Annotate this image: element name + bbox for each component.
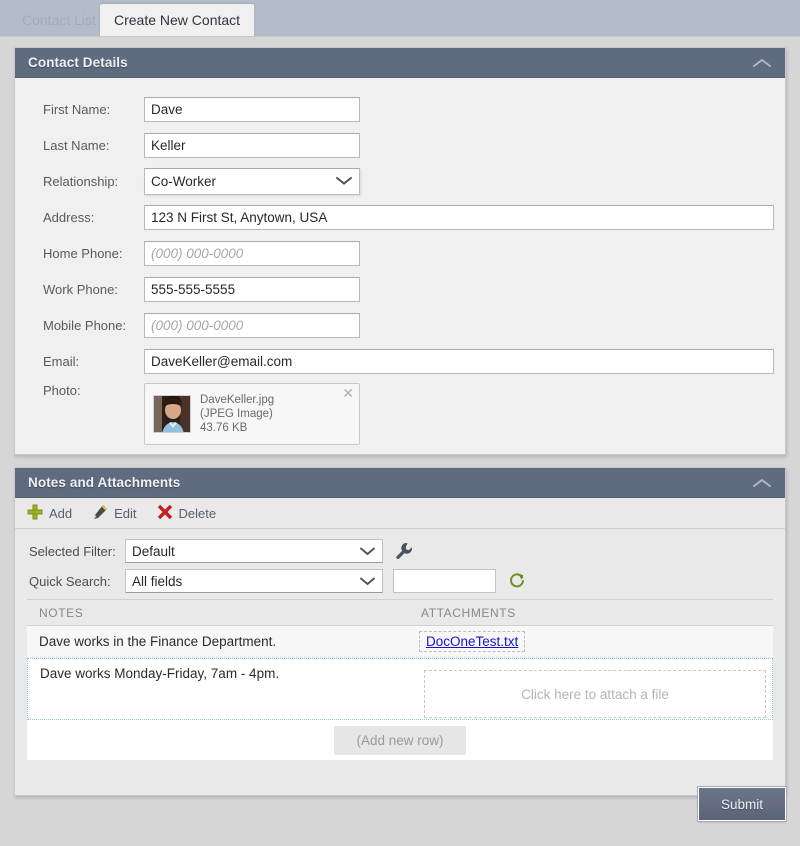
selected-filter-value: Default <box>132 543 175 559</box>
pencil-icon <box>92 504 108 523</box>
field-row-work-phone: Work Phone: 555-555-5555 <box>15 271 785 307</box>
page-body: Contact Details First Name: Dave Last Na… <box>0 36 800 846</box>
edit-button-label: Edit <box>114 505 137 521</box>
field-row-photo: Photo: DaveKeller.jpg (JPEG Image) 43.76… <box>15 383 785 445</box>
chevron-down-icon <box>335 174 353 189</box>
add-button-label: Add <box>49 505 73 521</box>
photo-attachment[interactable]: DaveKeller.jpg (JPEG Image) 43.76 KB ✕ <box>144 383 360 445</box>
photo-file-type: (JPEG Image) <box>200 408 273 420</box>
relationship-label: Relationship: <box>43 173 119 189</box>
grid-cell-attachment: Click here to attach a file <box>410 659 772 719</box>
grid-header-attachments: ATTACHMENTS <box>421 605 516 620</box>
tab-contact-list-label: Contact List <box>22 12 96 28</box>
contact-details-header: Contact Details <box>15 48 785 78</box>
edit-button[interactable]: Edit <box>92 504 137 523</box>
home-phone-label: Home Phone: <box>43 245 123 261</box>
quick-search-input[interactable] <box>393 569 496 593</box>
field-row-email: Email: DaveKeller@email.com <box>15 343 785 379</box>
submit-button[interactable]: Submit <box>697 786 787 822</box>
add-new-row-area: (Add new row) <box>27 720 773 760</box>
tab-strip: Contact List Create New Contact <box>0 0 800 36</box>
notes-attachments-header: Notes and Attachments <box>15 468 785 498</box>
first-name-input[interactable]: Dave <box>144 96 360 122</box>
last-name-label: Last Name: <box>43 137 110 153</box>
chevron-up-icon[interactable] <box>747 52 777 74</box>
grid-cell-attachment: DocOneTest.txt <box>409 626 773 657</box>
field-row-relationship: Relationship: Co-Worker <box>15 163 785 199</box>
photo-file-name: DaveKeller.jpg <box>200 394 275 406</box>
chevron-down-icon <box>359 544 376 559</box>
grid-header-notes: NOTES <box>39 605 84 620</box>
mobile-phone-label: Mobile Phone: <box>43 317 127 333</box>
selected-filter-select[interactable]: Default <box>125 539 383 563</box>
photo-metadata: DaveKeller.jpg (JPEG Image) 43.76 KB <box>200 393 274 435</box>
notes-attachments-panel: Notes and Attachments Add Edit Delete Se… <box>14 467 786 796</box>
quick-search-row: Quick Search: All fields <box>29 566 785 596</box>
address-input[interactable]: 123 N First St, Anytown, USA <box>144 204 774 230</box>
contact-details-panel: Contact Details First Name: Dave Last Na… <box>14 47 786 455</box>
email-label: Email: <box>43 353 80 369</box>
email-input[interactable]: DaveKeller@email.com <box>144 348 774 374</box>
contact-details-title: Contact Details <box>28 55 128 70</box>
add-new-row-button[interactable]: (Add new row) <box>334 725 466 755</box>
relationship-select[interactable]: Co-Worker <box>144 167 360 195</box>
table-row[interactable]: Dave works in the Finance Department. Do… <box>27 626 773 658</box>
quick-search-field-value: All fields <box>132 573 183 589</box>
plus-icon <box>27 504 43 523</box>
submit-area: Submit <box>697 786 787 822</box>
selected-filter-label: Selected Filter: <box>29 543 116 559</box>
close-icon[interactable]: ✕ <box>342 386 354 400</box>
add-button[interactable]: Add <box>27 504 72 523</box>
photo-label: Photo: <box>43 383 81 398</box>
field-row-address: Address: 123 N First St, Anytown, USA <box>15 199 785 235</box>
refresh-icon[interactable] <box>508 572 526 590</box>
photo-thumbnail <box>153 395 191 433</box>
wrench-icon[interactable] <box>395 542 413 560</box>
field-row-first-name: First Name: Dave <box>15 91 785 127</box>
x-icon <box>157 504 173 523</box>
grid-header-row: NOTES ATTACHMENTS <box>27 600 773 626</box>
quick-search-field-select[interactable]: All fields <box>125 569 383 593</box>
notes-body: Add Edit Delete Selected Filter: Default… <box>15 498 785 795</box>
selected-filter-row: Selected Filter: Default <box>29 536 785 566</box>
address-label: Address: <box>43 209 95 225</box>
delete-button-label: Delete <box>178 505 217 521</box>
delete-button[interactable]: Delete <box>157 504 217 523</box>
work-phone-input[interactable]: 555-555-5555 <box>144 276 360 302</box>
contact-form: First Name: Dave Last Name: Keller Relat… <box>15 78 785 454</box>
field-row-home-phone: Home Phone: (000) 000-0000 <box>15 235 785 271</box>
chevron-down-icon <box>359 574 376 589</box>
table-row[interactable]: Dave works Monday-Friday, 7am - 4pm. Cli… <box>27 658 773 720</box>
attachment-chip[interactable]: DocOneTest.txt <box>419 631 526 652</box>
last-name-input[interactable]: Keller <box>144 132 360 158</box>
grid-cell-note[interactable]: Dave works in the Finance Department. <box>27 626 409 657</box>
chevron-up-icon[interactable] <box>747 472 777 494</box>
attachment-link[interactable]: DocOneTest.txt <box>426 634 518 649</box>
notes-attachments-title: Notes and Attachments <box>28 475 181 490</box>
mobile-phone-input[interactable]: (000) 000-0000 <box>144 312 360 338</box>
notes-grid: NOTES ATTACHMENTS Dave works in the Fina… <box>27 599 773 760</box>
tab-create-new-contact-label: Create New Contact <box>114 12 241 28</box>
home-phone-input[interactable]: (000) 000-0000 <box>144 240 360 266</box>
quick-search-label: Quick Search: <box>29 573 111 589</box>
notes-toolbar: Add Edit Delete <box>15 498 785 529</box>
field-row-last-name: Last Name: Keller <box>15 127 785 163</box>
first-name-label: First Name: <box>43 101 111 117</box>
field-row-mobile-phone: Mobile Phone: (000) 000-0000 <box>15 307 785 343</box>
photo-file-size: 43.76 KB <box>200 422 248 434</box>
relationship-value: Co-Worker <box>151 173 217 189</box>
grid-cell-note[interactable]: Dave works Monday-Friday, 7am - 4pm. <box>28 659 410 719</box>
work-phone-label: Work Phone: <box>43 281 118 297</box>
tab-contact-list[interactable]: Contact List <box>8 4 110 36</box>
attach-file-dropzone[interactable]: Click here to attach a file <box>424 670 766 718</box>
tab-create-new-contact[interactable]: Create New Contact <box>100 4 255 36</box>
filter-area: Selected Filter: Default Quick Search: A… <box>15 529 785 600</box>
